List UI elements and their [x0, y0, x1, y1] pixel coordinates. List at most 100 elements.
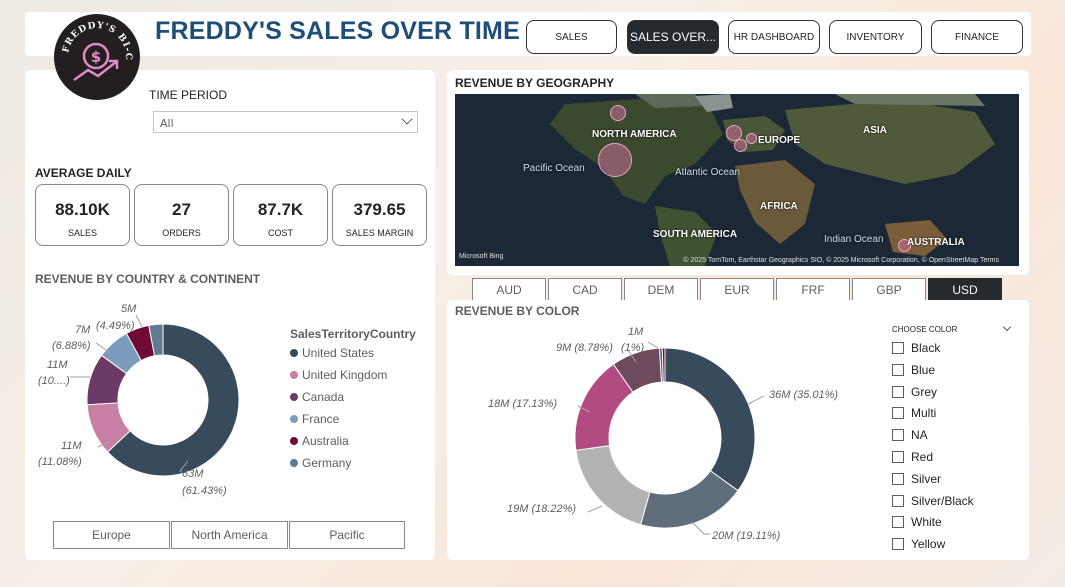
color-donut-data-label: 36M (35.01%) — [769, 389, 838, 401]
color-donut-slice[interactable] — [575, 445, 651, 526]
choose-color-title: CHOOSE COLOR — [892, 325, 958, 334]
legend-item[interactable]: France — [290, 412, 339, 426]
country-donut-leader-line — [135, 314, 143, 328]
color-filter-option[interactable]: Yellow — [892, 537, 945, 551]
legend-item[interactable]: United Kingdom — [290, 368, 387, 382]
time-period-dropdown[interactable]: All — [153, 111, 418, 133]
color-donut-data-label-pct: (1%) — [621, 342, 645, 354]
legend-item[interactable]: United States — [290, 346, 374, 360]
checkbox[interactable] — [892, 494, 904, 507]
nav-sales-over-time-button[interactable]: SALES OVER... — [627, 20, 719, 54]
color-donut-leader-line — [691, 521, 710, 535]
checkbox[interactable] — [892, 472, 904, 485]
country-donut-data-label: 5M — [121, 303, 137, 315]
currency-dem-button[interactable]: DEM — [624, 278, 698, 301]
map-label-atlantic-ocean: Atlantic Ocean — [675, 167, 741, 178]
country-legend-title: SalesTerritoryCountry — [290, 327, 416, 341]
nav-finance-button[interactable]: FINANCE — [931, 20, 1023, 54]
color-donut-leader-line — [747, 395, 765, 405]
currency-eur-button[interactable]: EUR — [700, 278, 774, 301]
color-donut-slice[interactable] — [661, 347, 666, 383]
slicer-europe-button[interactable]: Europe — [53, 521, 170, 549]
nav-inventory-button[interactable]: INVENTORY — [829, 20, 922, 54]
legend-dot-icon — [290, 393, 298, 401]
color-chart-title: REVENUE BY COLOR — [455, 304, 580, 318]
legend-label: Germany — [302, 456, 352, 470]
color-filter-option[interactable]: Blue — [892, 363, 935, 377]
color-filter-option[interactable]: Grey — [892, 385, 937, 399]
country-donut-data-label-pct: (4.49%) — [96, 320, 135, 332]
color-donut-leader-line — [587, 505, 603, 513]
checkbox[interactable] — [892, 429, 904, 442]
map-label-pacific-ocean: Pacific Ocean — [523, 163, 585, 174]
legend-dot-icon — [290, 459, 298, 467]
map-label-indian-ocean: Indian Ocean — [824, 234, 884, 245]
map-label-south-america: SOUTH AMERICA — [653, 229, 738, 240]
kpi-value: 379.65 — [353, 200, 406, 219]
kpi-label: SALES MARGIN — [345, 228, 414, 238]
color-filter-option[interactable]: Multi — [892, 406, 936, 420]
checkbox-label: Black — [911, 341, 941, 355]
checkbox-label: Silver/Black — [911, 493, 974, 508]
legend-item[interactable]: Canada — [290, 390, 344, 404]
country-donut-chart: 63M (61.43%) 11M (11.08%) 11M (10....) 7M (6.88… — [38, 303, 240, 497]
kpi-value: 27 — [172, 200, 191, 219]
checkbox[interactable] — [892, 451, 904, 463]
svg-text:$: $ — [91, 48, 101, 66]
nav-hr-dashboard-button[interactable]: HR DASHBOARD — [728, 20, 820, 54]
legend-label: United States — [302, 346, 375, 360]
nav-sales-button[interactable]: SALES — [526, 20, 617, 54]
color-donut-data-label: 18M (17.13%) — [488, 398, 557, 410]
map-label-australia: AUSTRALIA — [907, 237, 965, 248]
kpi-label: ORDERS — [162, 228, 201, 238]
time-period-value: All — [160, 117, 174, 130]
country-donut-data-label: 63M — [182, 468, 204, 480]
checkbox-label: Red — [911, 450, 934, 464]
checkbox[interactable] — [892, 342, 904, 354]
average-daily-title: AVERAGE DAILY — [35, 166, 132, 180]
map-label-asia: ASIA — [863, 125, 887, 136]
currency-cad-button[interactable]: CAD — [548, 278, 622, 301]
slicer-pacific-button[interactable]: Pacific — [289, 521, 405, 549]
geo-map-title: REVENUE BY GEOGRAPHY — [455, 76, 615, 90]
currency-usd-button[interactable]: USD — [928, 278, 1002, 301]
color-donut-leader-line — [647, 341, 659, 349]
currency-aud-button[interactable]: AUD — [472, 278, 546, 301]
legend-item[interactable]: Germany — [290, 456, 351, 470]
map-label-europe: EUROPE — [758, 135, 801, 146]
map-label-north-america: NORTH AMERICA — [592, 129, 677, 140]
color-donut-data-label: 1M — [628, 326, 644, 338]
legend-label: United Kingdom — [302, 368, 388, 382]
checkbox[interactable] — [892, 363, 904, 376]
color-filter-option[interactable]: Silver/Black — [892, 494, 974, 508]
checkbox[interactable] — [892, 385, 904, 398]
geo-map[interactable]: NORTH AMERICA EUROPE ASIA AFRICA SOUTH A… — [455, 94, 1019, 266]
legend-label: Australia — [302, 434, 349, 448]
color-filter-option[interactable]: White — [892, 515, 942, 529]
checkbox-label: White — [911, 515, 942, 530]
legend-dot-icon — [290, 371, 298, 379]
color-filter-option[interactable]: Silver — [892, 472, 941, 486]
color-donut-slice[interactable] — [664, 347, 756, 492]
country-chart-title: REVENUE BY COUNTRY & CONTINENT — [35, 272, 261, 286]
map-credit: © 2025 TomTom, Earthstar Geographics SIO… — [683, 257, 999, 264]
checkbox-label: Silver — [911, 471, 942, 486]
legend-dot-icon — [290, 415, 298, 423]
color-filter-option[interactable]: Red — [892, 450, 933, 464]
currency-gbp-button[interactable]: GBP — [852, 278, 926, 301]
slicer-north-america-button[interactable]: North America — [171, 521, 288, 549]
currency-frf-button[interactable]: FRF — [776, 278, 850, 301]
time-period-label: TIME PERIOD — [149, 88, 228, 102]
country-donut-data-label: 11M — [47, 359, 68, 371]
checkbox[interactable] — [892, 538, 904, 551]
checkbox-label: Grey — [911, 384, 938, 399]
checkbox[interactable] — [892, 407, 904, 420]
color-filter-option[interactable]: Black — [892, 341, 940, 355]
kpi-label: SALES — [67, 228, 98, 238]
checkbox[interactable] — [892, 516, 904, 529]
checkbox-label: Multi — [911, 406, 937, 421]
color-filter-option[interactable]: NA — [892, 428, 928, 442]
legend-item[interactable]: Australia — [290, 434, 349, 448]
kpi-card-orders: 27 ORDERS — [134, 184, 229, 246]
country-donut-data-label-pct: (11.08%) — [38, 456, 82, 468]
